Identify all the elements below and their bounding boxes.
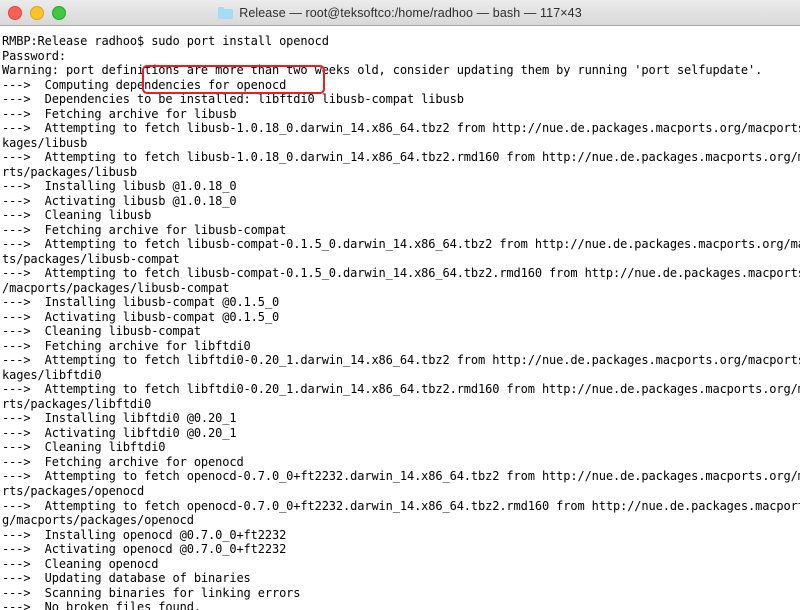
minimize-button[interactable] [30,6,44,20]
terminal-line: ---> Fetching archive for openocd [2,454,244,469]
terminal-line: ---> Attempting to fetch openocd-0.7.0_0… [2,498,800,513]
terminal-line: rts/packages/openocd [2,483,145,498]
terminal-line: /macports/packages/libusb-compat [2,280,230,295]
terminal-line: Warning: port definitions are more than … [2,63,763,78]
terminal-line: ---> Cleaning libusb-compat [2,324,201,339]
terminal-line: rts/packages/libusb [2,164,137,179]
terminal-line: ---> Fetching archive for libftdi0 [2,338,251,353]
terminal-line: g/macports/packages/openocd [2,513,194,528]
terminal-output-area[interactable]: RMBP:Release radhoo$ sudo port install o… [0,26,800,610]
terminal-line: kages/libusb [2,135,88,150]
terminal-line: ---> Activating libusb-compat @0.1.5_0 [2,309,280,324]
terminal-line: ---> Fetching archive for libusb [2,106,237,121]
terminal-line: RMBP:Release radhoo$ sudo port install o… [2,34,329,48]
terminal-lines: RMBP:Release radhoo$ sudo port install o… [2,34,800,610]
terminal-line: kages/libftdi0 [2,367,102,382]
terminal-line: ---> Activating libusb @1.0.18_0 [2,193,237,208]
terminal-line: ---> Cleaning openocd [2,556,159,571]
terminal-line: ---> Attempting to fetch libusb-1.0.18_0… [2,121,800,136]
terminal-line: ---> Activating openocd @0.7.0_0+ft2232 [2,542,287,557]
terminal-line: ---> Installing openocd @0.7.0_0+ft2232 [2,527,287,542]
terminal-line: ---> Attempting to fetch openocd-0.7.0_0… [2,469,800,484]
terminal-line: ---> Computing dependencies for openocd [2,77,287,92]
terminal-line: ---> Installing libftdi0 @0.20_1 [2,411,237,426]
terminal-line: ---> Cleaning libusb [2,208,152,223]
terminal-line: ---> Installing libusb-compat @0.1.5_0 [2,295,280,310]
terminal-line: ---> Attempting to fetch libusb-1.0.18_0… [2,150,800,165]
terminal-line: ---> Activating libftdi0 @0.20_1 [2,425,237,440]
window-controls [8,0,66,26]
terminal-line: ---> Updating database of binaries [2,571,251,586]
terminal-line: Password: [2,48,66,63]
maximize-button[interactable] [52,6,66,20]
terminal-line: ---> Scanning binaries for linking error… [2,585,301,600]
close-button[interactable] [8,6,22,20]
terminal-line: ---> Cleaning libftdi0 [2,440,166,455]
terminal-line: ---> Dependencies to be installed: libft… [2,92,464,107]
terminal-line: ts/packages/libusb-compat [2,251,180,266]
window-title: Release — root@teksoftco:/home/radhoo — … [218,6,582,20]
terminal-line: ---> Attempting to fetch libusb-compat-0… [2,237,800,252]
window-title-text: Release — root@teksoftco:/home/radhoo — … [239,5,582,20]
terminal-line: ---> Attempting to fetch libusb-compat-0… [2,266,800,281]
terminal-line: ---> Attempting to fetch libftdi0-0.20_1… [2,382,800,397]
terminal-line: rts/packages/libftdi0 [2,396,152,411]
terminal-line: ---> Fetching archive for libusb-compat [2,222,287,237]
terminal-line: ---> Attempting to fetch libftdi0-0.20_1… [2,353,800,368]
window-titlebar[interactable]: Release — root@teksoftco:/home/radhoo — … [0,0,800,26]
folder-icon [218,6,234,19]
terminal-line: ---> Installing libusb @1.0.18_0 [2,179,237,194]
terminal-line: ---> No broken files found. [2,600,201,610]
terminal-window: Release — root@teksoftco:/home/radhoo — … [0,0,800,610]
